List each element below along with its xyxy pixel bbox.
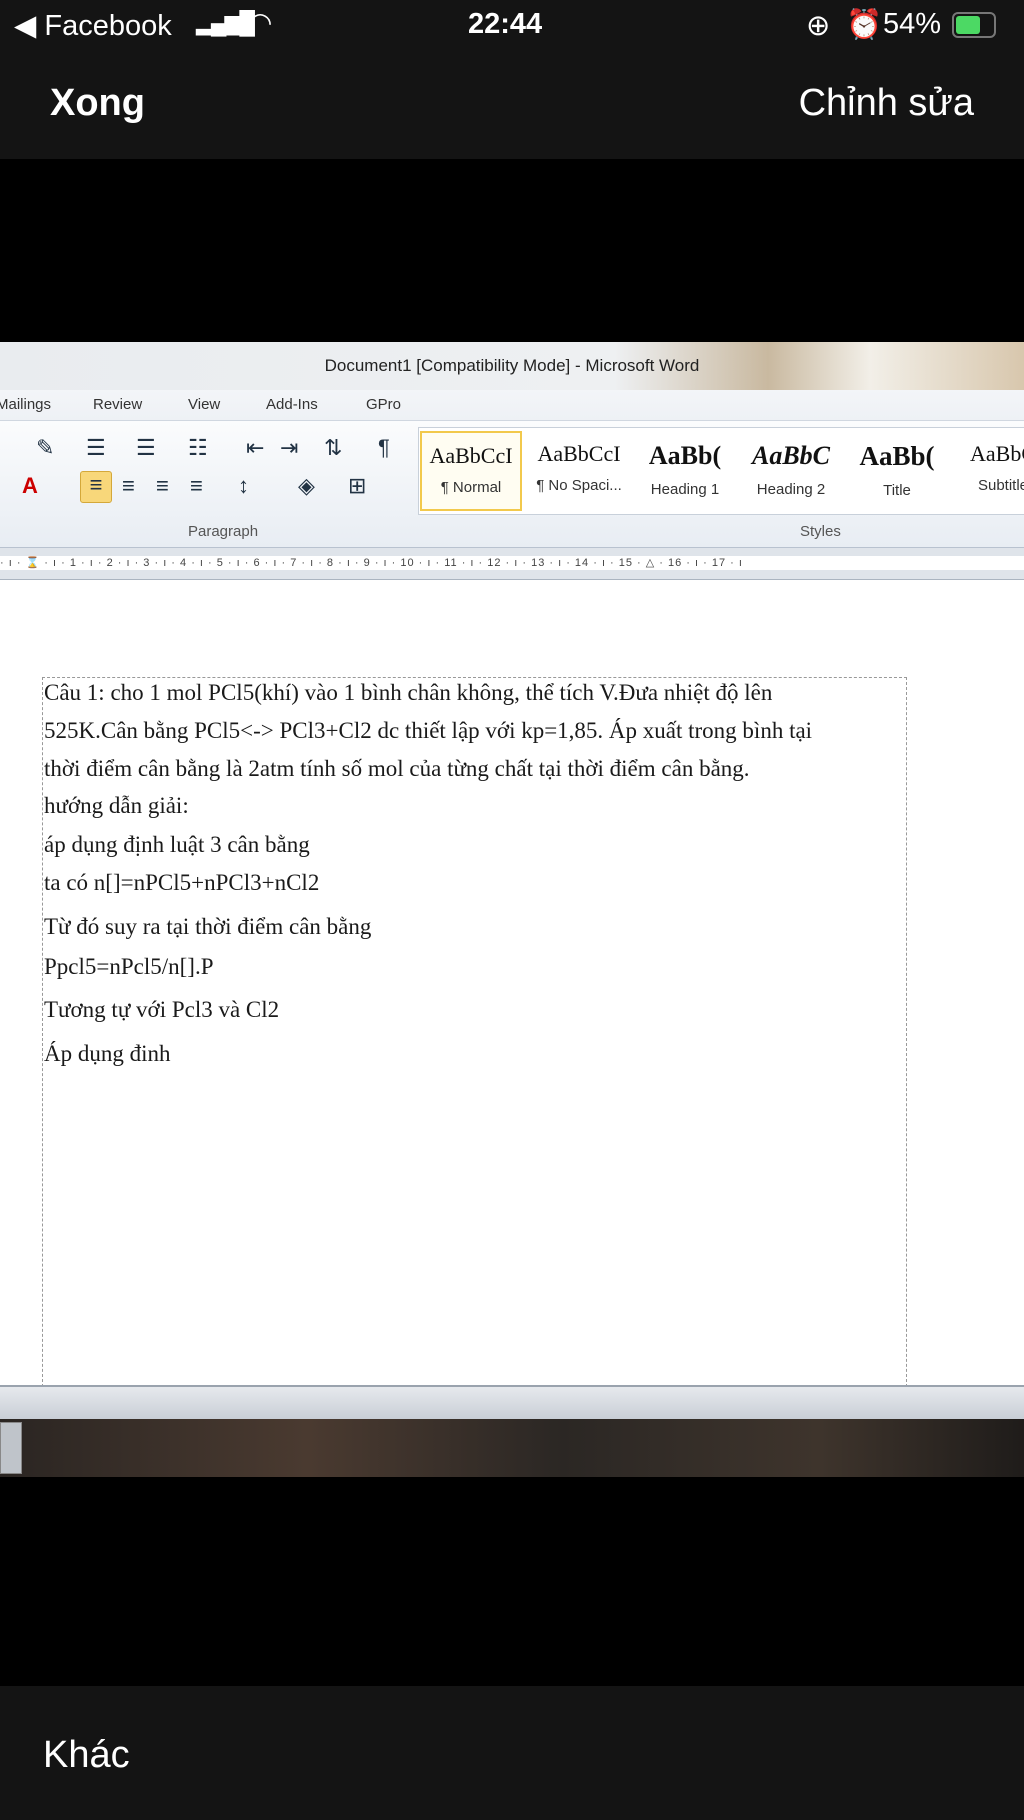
style-preview: AaBbCcI — [537, 441, 621, 466]
signal-icon: ▂▄▆█ — [196, 10, 255, 35]
alarm-icon: ⏰ — [846, 9, 883, 41]
styles-group-label: Styles — [800, 523, 841, 540]
clock: 22:44 — [468, 8, 543, 40]
style-preview: AaBb( — [648, 441, 722, 470]
increase-indent-icon[interactable]: ⇥ — [280, 435, 298, 461]
style-no-spacing[interactable]: AaBbCcI ¶ No Spaci... — [528, 431, 630, 511]
paragraph-group-label: Paragraph — [188, 523, 259, 540]
done-button[interactable]: Xong — [50, 82, 145, 125]
doc-line: Áp dụng đinh — [44, 1041, 171, 1066]
doc-line: Từ đó suy ra tại thời điểm cân bằng — [44, 914, 372, 939]
doc-line: Câu 1: cho 1 mol PCl5(khí) vào 1 bình ch… — [44, 680, 773, 705]
decrease-indent-icon[interactable]: ⇤ — [246, 435, 264, 461]
tab-add-ins[interactable]: Add-Ins — [266, 396, 318, 413]
bottom-bar: Khác — [0, 1686, 1024, 1820]
justify-icon[interactable]: ≡ — [190, 473, 203, 499]
doc-line: 525K.Cân bằng PCl5<-> PCl3+Cl2 dc thiết … — [44, 718, 813, 743]
photo: Document1 [Compatibility Mode] - Microso… — [0, 342, 1024, 1477]
battery-percent: 54% — [883, 8, 942, 40]
line-spacing-icon[interactable]: ↕ — [238, 473, 249, 499]
document-area[interactable]: Câu 1: cho 1 mol PCl5(khí) vào 1 bình ch… — [0, 580, 1024, 1397]
bullets-icon[interactable]: ☰ — [86, 435, 106, 461]
text-effects-icon[interactable]: ✎ — [36, 435, 54, 461]
style-label: ¶ Normal — [440, 479, 502, 496]
tab-gpro[interactable]: GPro — [366, 396, 401, 413]
doc-line: hướng dẫn giải: — [44, 793, 189, 818]
battery-icon — [952, 12, 996, 38]
sort-icon[interactable]: ⇅ — [324, 435, 342, 461]
align-center-icon[interactable]: ≡ — [122, 473, 135, 499]
back-to-app[interactable]: ◀ Facebook — [14, 8, 172, 43]
back-app-label: Facebook — [44, 10, 172, 42]
style-preview: AaBb( — [859, 441, 935, 471]
doc-line: áp dụng định luật 3 cân bằng — [44, 832, 310, 857]
style-heading-1[interactable]: AaBb( Heading 1 — [634, 431, 736, 511]
style-label: Heading 1 — [650, 481, 720, 498]
style-label: Title — [883, 482, 911, 499]
tab-mailings[interactable]: Mailings — [0, 396, 51, 413]
pilcrow-icon[interactable]: ¶ — [378, 435, 390, 461]
style-preview: AaBbCcI — [429, 443, 513, 468]
doc-line: Ppcl5=nPcl5/n[].P — [44, 954, 214, 979]
page[interactable]: Câu 1: cho 1 mol PCl5(khí) vào 1 bình ch… — [42, 677, 907, 1397]
numbering-icon[interactable]: ☰ — [136, 435, 156, 461]
tab-review[interactable]: Review — [93, 396, 142, 413]
ruler-scale: · ı · ⌛ · ı · 1 · ı · 2 · ı · 3 · ı · 4 … — [0, 556, 1024, 570]
edit-button[interactable]: Chỉnh sửa — [799, 82, 974, 125]
shading-icon[interactable]: ◈ — [298, 473, 315, 499]
nav-bar: Xong Chỉnh sửa — [0, 52, 1024, 159]
taskbar-background — [0, 1419, 1024, 1477]
doc-line: ta có n[]=nPCl5+nPCl3+nCl2 — [44, 870, 320, 895]
doc-line: Tương tự với Pcl3 và Cl2 — [44, 997, 280, 1022]
doc-line: thời điểm cân bằng là 2atm tính số mol c… — [44, 756, 750, 781]
scroll-thumb[interactable] — [0, 1422, 22, 1474]
wifi-icon: ◠ — [248, 7, 273, 38]
rotation-lock-icon: ⊕ — [806, 10, 831, 42]
style-preview: AaBbC — [970, 441, 1024, 466]
multilevel-list-icon[interactable]: ☷ — [188, 435, 208, 461]
status-bar: ◀ Facebook ▂▄▆█ ◠ 22:44 ⊕ ⏰ 54% — [0, 0, 1024, 52]
style-normal[interactable]: AaBbCcI ¶ Normal — [420, 431, 522, 511]
ribbon: ✎ A ☰ ☰ ☷ ⇤ ⇥ ⇅ ¶ ≡ ≡ ≡ ≡ ↕ ◈ ⊞ AaBbCcI ¶… — [0, 420, 1024, 548]
ribbon-tabs: Mailings Review View Add-Ins GPro — [0, 390, 1024, 420]
style-title[interactable]: AaBb( Title — [846, 431, 948, 511]
style-label: Heading 2 — [756, 481, 826, 498]
style-heading-2[interactable]: AaBbC Heading 2 — [740, 431, 842, 511]
style-label: Subtitle — [977, 477, 1024, 494]
style-subtitle[interactable]: AaBbC Subtitle — [952, 431, 1024, 511]
style-preview: AaBbC — [751, 441, 831, 470]
horizontal-scrollbar[interactable] — [0, 1385, 1024, 1419]
font-color-icon[interactable]: A — [22, 473, 38, 499]
ruler[interactable]: · ı · ⌛ · ı · 1 · ı · 2 · ı · 3 · ı · 4 … — [0, 548, 1024, 580]
align-left-icon[interactable]: ≡ — [80, 471, 112, 503]
more-button[interactable]: Khác — [43, 1734, 130, 1777]
borders-icon[interactable]: ⊞ — [348, 473, 366, 499]
window-title: Document1 [Compatibility Mode] - Microso… — [0, 342, 1024, 390]
style-label: ¶ No Spaci... — [536, 477, 622, 494]
align-right-icon[interactable]: ≡ — [156, 473, 169, 499]
tab-view[interactable]: View — [188, 396, 220, 413]
